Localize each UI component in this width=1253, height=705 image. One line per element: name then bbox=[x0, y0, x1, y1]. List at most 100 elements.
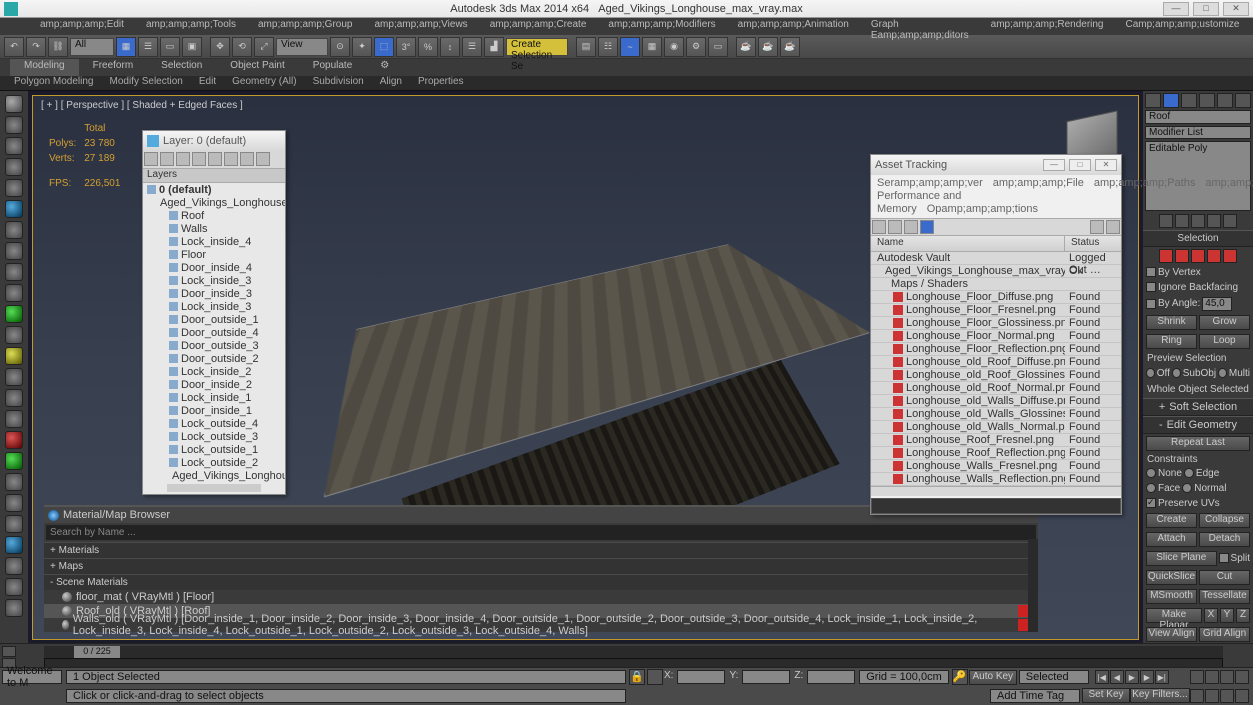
menu-item[interactable]: amp;amp;amp;Tools bbox=[136, 18, 246, 35]
asset-tool-icon[interactable] bbox=[904, 220, 918, 234]
layer-item[interactable]: Door_inside_4 bbox=[143, 261, 285, 274]
asset-menu-item[interactable]: Seramp;amp;amp;ver bbox=[877, 177, 983, 189]
asset-scrollbar[interactable] bbox=[871, 486, 1121, 496]
asset-table-body[interactable]: Autodesk VaultLogged Out …Aged_Vikings_L… bbox=[871, 252, 1121, 486]
byvertex-checkbox[interactable] bbox=[1146, 267, 1156, 277]
close-button[interactable]: ✕ bbox=[1223, 2, 1249, 16]
layer-panel-title[interactable]: Layer: 0 (default) bbox=[143, 131, 285, 151]
setkey-button[interactable]: Set Key bbox=[1082, 688, 1130, 703]
left-tool-icon[interactable] bbox=[5, 326, 23, 344]
layer-tool-icon[interactable] bbox=[224, 152, 238, 166]
element-subobj-icon[interactable] bbox=[1223, 249, 1237, 263]
layer-item[interactable]: Walls bbox=[143, 222, 285, 235]
named-sets-button[interactable]: ☰ bbox=[462, 37, 482, 57]
layer-item[interactable]: Door_outside_3 bbox=[143, 339, 285, 352]
ribbon-sub-item[interactable]: Align bbox=[372, 76, 410, 90]
ribbon-tab[interactable]: Populate bbox=[299, 59, 366, 76]
stack-item[interactable]: Editable Poly bbox=[1146, 142, 1250, 155]
asset-tool-icon[interactable] bbox=[1106, 220, 1120, 234]
ribbon-tab[interactable]: Object Paint bbox=[216, 59, 298, 76]
left-tool-icon[interactable] bbox=[5, 137, 23, 155]
left-tool-icon[interactable] bbox=[5, 410, 23, 428]
left-tool-icon[interactable] bbox=[5, 179, 23, 197]
time-thumb[interactable]: 0 / 225 bbox=[74, 646, 120, 658]
ribbon-tab[interactable]: Modeling bbox=[10, 59, 79, 76]
mirror-button[interactable]: ▟ bbox=[484, 37, 504, 57]
show-end-icon[interactable] bbox=[1175, 214, 1189, 228]
material-item[interactable]: floor_mat ( VRayMtl ) [Floor] bbox=[44, 590, 1038, 604]
viewport-label[interactable]: [ + ] [ Perspective ] [ Shaded + Edged F… bbox=[41, 100, 243, 111]
configure-icon[interactable] bbox=[1223, 214, 1237, 228]
timetag-box[interactable]: Add Time Tag bbox=[990, 689, 1080, 703]
left-tool-icon[interactable] bbox=[5, 242, 23, 260]
asset-tool-icon[interactable] bbox=[872, 220, 886, 234]
border-subobj-icon[interactable] bbox=[1191, 249, 1205, 263]
y-coord[interactable] bbox=[742, 670, 790, 684]
render-frame-button[interactable]: ▭ bbox=[708, 37, 728, 57]
layer-panel[interactable]: Layer: 0 (default) Layers 0 (default)Age… bbox=[142, 130, 286, 495]
layer-item[interactable]: Roof bbox=[143, 209, 285, 222]
asset-row[interactable]: Longhouse_old_Walls_Normal.pngFound bbox=[871, 421, 1121, 434]
layer-item[interactable]: Aged_Vikings_Longhouse bbox=[143, 196, 285, 209]
menu-item[interactable]: amp;amp;amp;Rendering bbox=[981, 18, 1114, 35]
subobj-radio[interactable] bbox=[1172, 368, 1181, 378]
asset-row[interactable]: Longhouse_old_Walls_Diffuse.pngFound bbox=[871, 395, 1121, 408]
left-tool-icon[interactable] bbox=[5, 221, 23, 239]
percent-snap-button[interactable]: % bbox=[418, 37, 438, 57]
modify-tab-icon[interactable] bbox=[1163, 93, 1179, 108]
makeplanar-button[interactable]: Make Planar bbox=[1146, 608, 1202, 623]
asset-row[interactable]: Longhouse_Floor_Glossiness.pngFound bbox=[871, 317, 1121, 330]
y-button[interactable]: Y bbox=[1220, 608, 1234, 623]
asset-row[interactable]: Longhouse_Walls_Reflection.pngFound bbox=[871, 473, 1121, 486]
modifier-list-dropdown[interactable]: Modifier List bbox=[1145, 126, 1251, 140]
shrink-button[interactable]: Shrink bbox=[1146, 315, 1197, 330]
preserveuv-checkbox[interactable] bbox=[1146, 498, 1156, 508]
ribbon-sub-item[interactable]: Modify Selection bbox=[102, 76, 191, 90]
rollout-selection[interactable]: Selection bbox=[1143, 230, 1253, 247]
off-radio[interactable] bbox=[1146, 368, 1155, 378]
asset-row[interactable]: Longhouse_Floor_Reflection.pngFound bbox=[871, 343, 1121, 356]
layer-item[interactable]: Door_inside_1 bbox=[143, 404, 285, 417]
material-editor-button[interactable]: ◉ bbox=[664, 37, 684, 57]
repeat-button[interactable]: Repeat Last bbox=[1146, 436, 1250, 451]
none-radio[interactable] bbox=[1146, 468, 1156, 478]
layer-item[interactable]: Door_inside_2 bbox=[143, 378, 285, 391]
unique-icon[interactable] bbox=[1191, 214, 1205, 228]
layer-item[interactable]: Door_outside_2 bbox=[143, 352, 285, 365]
asset-row[interactable]: Longhouse_old_Roof_Diffuse.pngFound bbox=[871, 356, 1121, 369]
window-crossing-button[interactable]: ▣ bbox=[182, 37, 202, 57]
asset-tool-icon[interactable] bbox=[920, 220, 934, 234]
left-tool-icon[interactable] bbox=[5, 599, 23, 617]
asset-min-button[interactable]: — bbox=[1043, 159, 1065, 171]
asset-menu-item[interactable]: amp;amp;amp;Paths bbox=[1094, 177, 1196, 189]
menu-item[interactable]: amp;amp;amp;Create bbox=[480, 18, 597, 35]
angle-snap-button[interactable]: 3° bbox=[396, 37, 416, 57]
render-iter-button[interactable]: ☕ bbox=[758, 37, 778, 57]
refcoord-dropdown[interactable]: View bbox=[276, 38, 328, 56]
asset-row[interactable]: Longhouse_Floor_Normal.pngFound bbox=[871, 330, 1121, 343]
keymode-dropdown[interactable]: Selected bbox=[1019, 670, 1089, 684]
remove-mod-icon[interactable] bbox=[1207, 214, 1221, 228]
layer-item[interactable]: Lock_inside_3 bbox=[143, 300, 285, 313]
left-tool-icon[interactable] bbox=[5, 200, 23, 218]
goto-end-button[interactable]: ▶| bbox=[1155, 670, 1169, 684]
rollout-editgeo[interactable]: -Edit Geometry bbox=[1143, 416, 1253, 434]
undo-button[interactable]: ↶ bbox=[4, 37, 24, 57]
asset-row[interactable]: Autodesk VaultLogged Out … bbox=[871, 252, 1121, 265]
keyfilters-button[interactable]: Key Filters... bbox=[1130, 688, 1190, 703]
left-tool-icon[interactable] bbox=[5, 515, 23, 533]
x-button[interactable]: X bbox=[1204, 608, 1218, 623]
left-tool-icon[interactable] bbox=[5, 263, 23, 281]
ribbon-sub-item[interactable]: Geometry (All) bbox=[224, 76, 304, 90]
ribbon-tab[interactable]: Selection bbox=[147, 59, 216, 76]
left-tool-icon[interactable] bbox=[5, 494, 23, 512]
ribbon-sub-item[interactable]: Properties bbox=[410, 76, 472, 90]
grow-button[interactable]: Grow bbox=[1199, 315, 1250, 330]
ribbon-sub-item[interactable]: Edit bbox=[191, 76, 224, 90]
motion-tab-icon[interactable] bbox=[1199, 93, 1215, 108]
left-tool-icon[interactable] bbox=[5, 368, 23, 386]
left-tool-icon[interactable] bbox=[5, 158, 23, 176]
nav-icon[interactable] bbox=[1190, 670, 1204, 684]
snap-button[interactable]: ⬚ bbox=[374, 37, 394, 57]
next-frame-button[interactable]: ▶ bbox=[1140, 670, 1154, 684]
